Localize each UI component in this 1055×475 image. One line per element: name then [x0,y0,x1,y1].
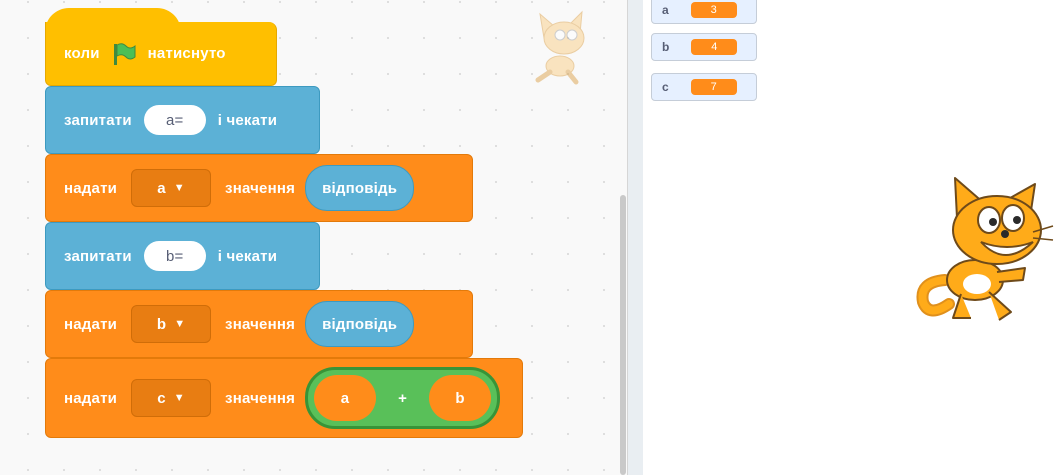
set-label: надати [64,389,118,407]
variable-dropdown-b[interactable]: b ▼ [131,305,212,343]
answer-reporter[interactable]: відповідь [305,165,415,211]
variable-monitor-c[interactable]: c 7 [651,73,757,101]
and-wait-label: і чекати [217,247,278,265]
monitor-value: 7 [690,79,737,95]
panel-divider [627,0,644,475]
variable-name: c [157,389,166,407]
and-wait-label: і чекати [217,111,278,129]
variable-name: b [156,315,167,333]
sprite-ghost-icon [535,10,585,85]
set-a-block[interactable]: надати a ▼ значення відповідь [45,154,473,222]
ask-a-block[interactable]: запитати a= і чекати [45,86,320,154]
clicked-label: натиснуто [147,45,226,62]
when-flag-clicked-block[interactable]: коли натиснуто [45,22,277,86]
variable-dropdown-a[interactable]: a ▼ [131,169,212,207]
variable-dropdown-c[interactable]: c ▼ [131,379,212,417]
operand-b[interactable]: b [429,375,492,421]
set-c-block[interactable]: надати c ▼ значення a + b [45,358,523,438]
caret-down-icon: ▼ [173,182,185,194]
set-label: надати [64,315,118,333]
answer-reporter[interactable]: відповідь [305,301,415,347]
value-label: значення [225,315,296,333]
ask-b-input[interactable]: b= [143,241,206,271]
variable-name: a [157,179,166,197]
plus-sign: + [398,389,408,407]
ask-a-input[interactable]: a= [143,105,206,135]
value-label: значення [225,179,296,197]
monitor-value: 3 [690,2,737,18]
when-label: коли [64,45,100,62]
variable-monitor-a[interactable]: a 3 [651,0,757,24]
set-b-block[interactable]: надати b ▼ значення відповідь [45,290,473,358]
ask-b-block[interactable]: запитати b= і чекати [45,222,320,290]
monitor-label: b [662,40,670,54]
caret-down-icon: ▼ [173,392,185,404]
monitor-label: c [662,80,669,94]
monitor-value: 4 [691,39,738,55]
value-label: значення [225,389,296,407]
ask-label: запитати [64,247,132,265]
operand-a[interactable]: a [314,375,377,421]
monitor-label: a [662,3,669,17]
variable-monitor-b[interactable]: b 4 [651,33,757,61]
code-area[interactable]: коли натиснуто запитати a= і чекати нада… [0,0,627,475]
addition-operator[interactable]: a + b [305,367,501,429]
green-flag-icon [113,42,136,65]
scratch-cat-sprite[interactable] [915,172,1055,324]
ask-label: запитати [64,111,132,129]
set-label: надати [64,179,118,197]
code-scrollbar[interactable] [620,195,626,475]
caret-down-icon: ▼ [174,318,186,330]
stage[interactable] [643,0,1055,475]
